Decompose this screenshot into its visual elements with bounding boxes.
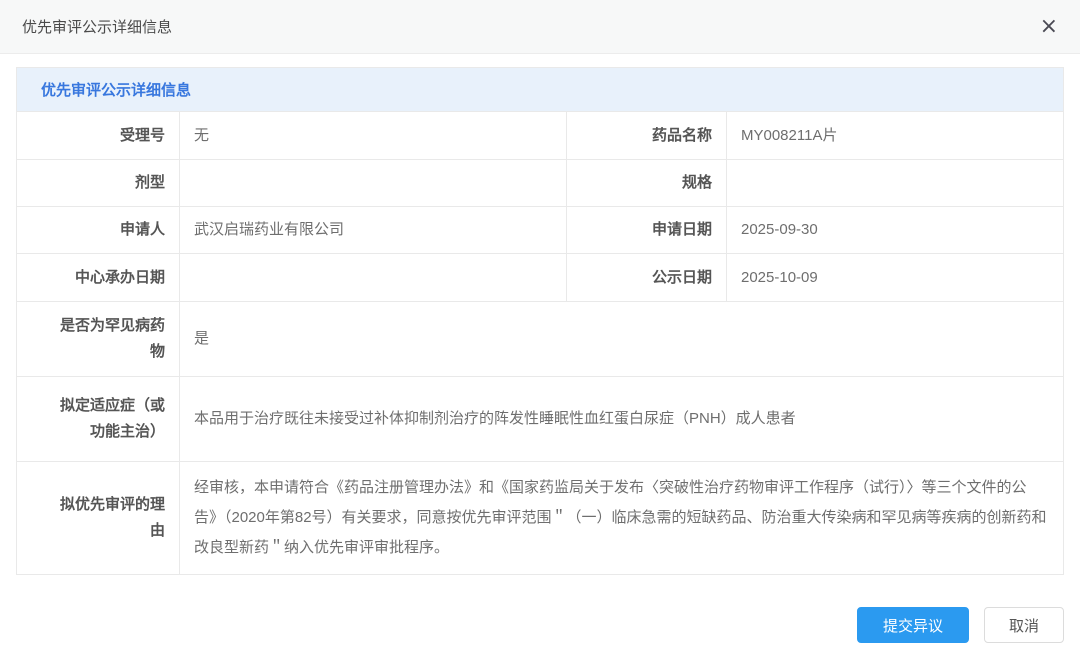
close-icon[interactable]: ×	[1040, 16, 1058, 38]
table-row: 中心承办日期 公示日期 2025-10-09	[17, 254, 1063, 302]
field-value-apply-date: 2025-09-30	[727, 207, 1063, 253]
field-label-specification: 规格	[567, 160, 727, 206]
table-row: 受理号 无 药品名称 MY008211A片	[17, 112, 1063, 160]
field-label-publicity-date: 公示日期	[567, 254, 727, 301]
table-row: 剂型 规格	[17, 160, 1063, 207]
table-row: 拟优先审评的理由 经审核，本申请符合《药品注册管理办法》和《国家药监局关于发布〈…	[17, 462, 1063, 575]
field-label-apply-date: 申请日期	[567, 207, 727, 253]
field-value-drug-name: MY008211A片	[727, 112, 1063, 159]
field-value-indication: 本品用于治疗既往未接受过补体抑制剂治疗的阵发性睡眠性血红蛋白尿症（PNH）成人患…	[180, 377, 1063, 461]
field-label-drug-name: 药品名称	[567, 112, 727, 159]
table-row: 是否为罕见病药物 是	[17, 302, 1063, 377]
field-label-indication: 拟定适应症（或功能主治）	[17, 377, 180, 461]
dialog-footer: 提交异议 取消	[0, 607, 1080, 643]
field-value-review-reason: 经审核，本申请符合《药品注册管理办法》和《国家药监局关于发布〈突破性治疗药物审评…	[180, 462, 1063, 574]
table-row: 申请人 武汉启瑞药业有限公司 申请日期 2025-09-30	[17, 207, 1063, 254]
field-label-rare-disease: 是否为罕见病药物	[17, 302, 180, 376]
field-label-applicant: 申请人	[17, 207, 180, 253]
field-value-applicant: 武汉启瑞药业有限公司	[180, 207, 567, 253]
detail-table: 优先审评公示详细信息 受理号 无 药品名称 MY008211A片 剂型 规格 申…	[16, 67, 1064, 575]
dialog-title: 优先审评公示详细信息	[22, 16, 172, 37]
field-label-review-reason: 拟优先审评的理由	[17, 462, 180, 574]
dialog-header: 优先审评公示详细信息 ×	[0, 0, 1080, 54]
field-value-specification	[727, 160, 1063, 206]
table-row: 拟定适应症（或功能主治） 本品用于治疗既往未接受过补体抑制剂治疗的阵发性睡眠性血…	[17, 377, 1063, 462]
submit-objection-button[interactable]: 提交异议	[857, 607, 969, 643]
field-value-rare-disease: 是	[180, 302, 1063, 376]
field-value-publicity-date: 2025-10-09	[727, 254, 1063, 301]
panel-header: 优先审评公示详细信息	[17, 68, 1063, 112]
field-value-center-date	[180, 254, 567, 301]
field-label-dosage-form: 剂型	[17, 160, 180, 206]
field-label-center-date: 中心承办日期	[17, 254, 180, 301]
cancel-button[interactable]: 取消	[984, 607, 1064, 643]
field-label-acceptance-no: 受理号	[17, 112, 180, 159]
field-value-dosage-form	[180, 160, 567, 206]
field-value-acceptance-no: 无	[180, 112, 567, 159]
